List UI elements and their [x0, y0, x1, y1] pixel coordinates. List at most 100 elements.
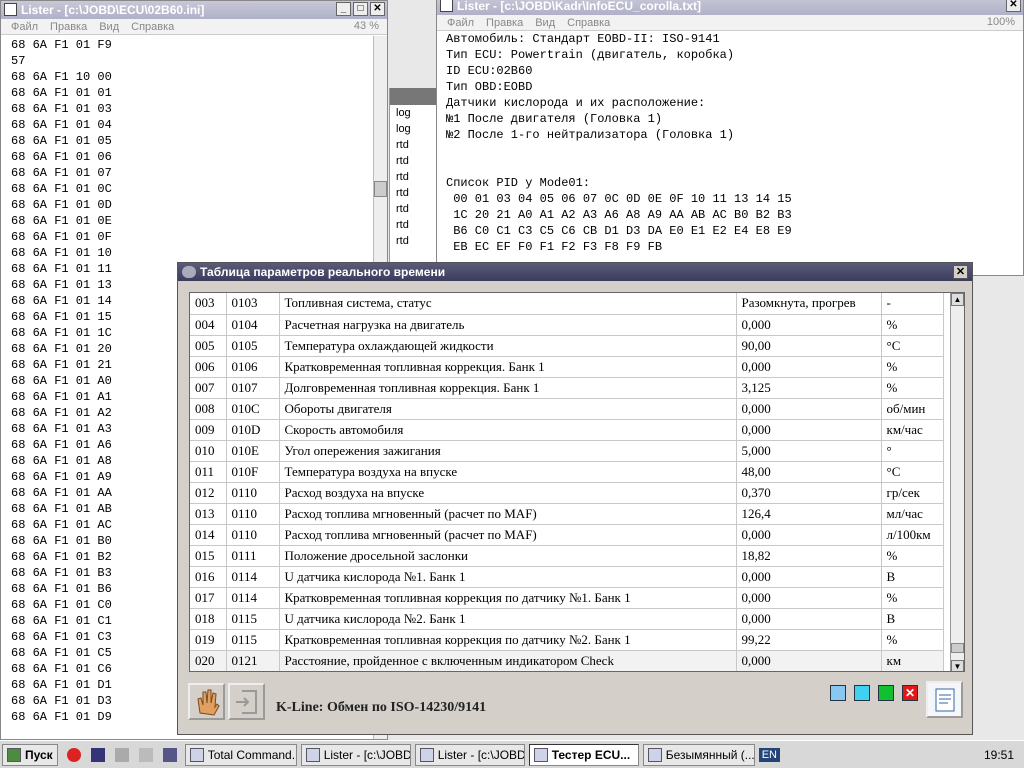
param-name: Температура воздуха на впуске	[279, 461, 737, 483]
task-lister-2[interactable]: Lister - [c:\JOBD...	[414, 743, 525, 766]
taskbar: Пуск Total Command... Lister - [c:\JOBD.…	[0, 740, 1024, 768]
param-row[interactable]: 007 0107 Долговременная топливная коррекци…	[190, 377, 944, 399]
menu-help[interactable]: Справка	[567, 17, 610, 29]
param-row[interactable]: 006 0106 Кратковременная топливная коррекц…	[190, 356, 944, 378]
param-value: 3,125	[736, 377, 882, 399]
pid-code: 0110	[226, 524, 280, 546]
param-row[interactable]: 004 0104 Расчетная нагрузка на двигатель 0,…	[190, 314, 944, 336]
dialog-close-button[interactable]: ✕	[953, 265, 968, 279]
menu-edit[interactable]: Правка	[50, 21, 87, 33]
file-item[interactable]: rtd	[390, 137, 437, 153]
info-line: Тип ECU: Powertrain (двигатель, коробка)	[446, 48, 735, 62]
notes-button[interactable]	[926, 681, 963, 718]
grid-scrollbar[interactable]: ▲ ▼	[950, 293, 964, 671]
file-item[interactable]: rtd	[390, 201, 437, 217]
param-row[interactable]: 008 010C Обороты двигателя 0,000 об/мин	[190, 398, 944, 420]
params-grid: 003 0103 Топливная система, статус Разомкну…	[189, 292, 965, 672]
param-index: 009	[190, 419, 227, 441]
scroll-down-button[interactable]: ▼	[951, 660, 964, 671]
save-icon[interactable]	[90, 747, 105, 762]
param-name: U датчика кислорода №2. Банк 1	[279, 608, 737, 630]
menu-help[interactable]: Справка	[131, 21, 174, 33]
param-unit: %	[881, 629, 944, 651]
param-row[interactable]: 019 0115 Кратковременная топливная коррекц…	[190, 629, 944, 651]
hex-line: 68 6A F1 01 03	[11, 102, 112, 116]
param-row[interactable]: 018 0115 U датчика кислорода №2. Банк 1 0,0…	[190, 608, 944, 630]
param-value: 0,000	[736, 566, 882, 588]
tray-app-icon[interactable]	[138, 747, 153, 762]
hand-stop-button[interactable]	[188, 683, 225, 720]
hex-line: 68 6A F1 01 06	[11, 150, 112, 164]
file-item[interactable]: log	[390, 105, 437, 121]
pid-code: 0115	[226, 608, 280, 630]
info-line: 00 01 03 04 05 06 07 0C 0D 0E 0F 10 11 1…	[446, 192, 792, 206]
scroll-up-button[interactable]: ▲	[951, 293, 964, 306]
scroll-thumb[interactable]	[374, 181, 387, 197]
task-label: Безымянный (...	[665, 747, 755, 762]
language-indicator[interactable]: EN	[758, 747, 780, 762]
window-view-icon[interactable]	[854, 685, 870, 701]
close-button[interactable]: ✕	[1006, 0, 1021, 12]
red-close-icon[interactable]: ✕	[902, 685, 918, 701]
task-total-commander[interactable]: Total Command...	[184, 743, 297, 766]
param-row[interactable]: 011 010F Температура воздуха на впуске 48,0…	[190, 461, 944, 483]
file-item[interactable]: rtd	[390, 153, 437, 169]
task-lister-1[interactable]: Lister - [c:\JOBD...	[300, 743, 411, 766]
close-button[interactable]: ✕	[370, 2, 385, 16]
file-item[interactable]: rtd	[390, 169, 437, 185]
menu-view[interactable]: Вид	[99, 21, 119, 33]
menu-file[interactable]: Файл	[11, 21, 38, 33]
param-name: Скорость автомобиля	[279, 419, 737, 441]
lister-app-icon	[4, 3, 17, 16]
param-value: 0,000	[736, 314, 882, 336]
param-row[interactable]: 016 0114 U датчика кислорода №1. Банк 1 0,0…	[190, 566, 944, 588]
green-mode-icon[interactable]	[878, 685, 894, 701]
dialog-titlebar[interactable]: Таблица параметров реального времени ✕	[178, 263, 972, 281]
file-item[interactable]: rtd	[390, 185, 437, 201]
hex-line: 68 6A F1 01 0D	[11, 198, 112, 212]
menu-file[interactable]: Файл	[447, 17, 474, 29]
param-row[interactable]: 017 0114 Кратковременная топливная коррекц…	[190, 587, 944, 609]
calc-icon[interactable]	[114, 747, 129, 762]
task-paint[interactable]: Безымянный (...	[642, 743, 755, 766]
minimize-button[interactable]: _	[336, 2, 351, 16]
param-row[interactable]: 015 0111 Положение дросельной заслонки 18,8…	[190, 545, 944, 567]
desktop-icon[interactable]	[162, 747, 177, 762]
param-row[interactable]: 010 010E Угол опережения зажигания 5,000 °	[190, 440, 944, 462]
pid-code: 0121	[226, 650, 280, 671]
exit-button[interactable]	[228, 683, 265, 720]
info-line: Автомобиль: Стандарт EOBD-II: ISO-9141	[446, 32, 720, 46]
panel-header	[390, 88, 437, 105]
param-index: 014	[190, 524, 227, 546]
param-row[interactable]: 005 0105 Температура охлаждающей жидкости 9…	[190, 335, 944, 357]
param-row[interactable]: 003 0103 Топливная система, статус Разомкну…	[190, 293, 944, 315]
param-name: Расход топлива мгновенный (расчет по MAF…	[279, 503, 737, 525]
opera-icon[interactable]	[66, 747, 81, 762]
file-item[interactable]: rtd	[390, 233, 437, 249]
ecu-info-content: Автомобиль: Стандарт EOBD-II: ISO-9141 Ти…	[437, 31, 1023, 255]
hex-line: 68 6A F1 10 00	[11, 70, 112, 84]
list-view-icon[interactable]	[830, 685, 846, 701]
param-name: Температура охлаждающей жидкости	[279, 335, 737, 357]
param-name: Расчетная нагрузка на двигатель	[279, 314, 737, 336]
task-ecu-tester[interactable]: Тестер ECU...	[528, 743, 639, 766]
menu-edit[interactable]: Правка	[486, 17, 523, 29]
maximize-button[interactable]: □	[353, 2, 368, 16]
task-label: Lister - [c:\JOBD...	[437, 747, 525, 762]
file-item[interactable]: log	[390, 121, 437, 137]
lister-left-titlebar[interactable]: Lister - [c:\JOBD\ECU\02B60.ini] _ □ ✕	[1, 1, 387, 19]
param-row[interactable]: 012 0110 Расход воздуха на впуске 0,370 гр/с…	[190, 482, 944, 504]
file-item[interactable]: rtd	[390, 217, 437, 233]
lister-right-titlebar[interactable]: Lister - [c:\JOBD\Kadr\InfoECU_corolla.t…	[437, 0, 1023, 15]
param-index: 007	[190, 377, 227, 399]
pid-code: 0111	[226, 545, 280, 567]
param-value: 0,000	[736, 356, 882, 378]
menu-view[interactable]: Вид	[535, 17, 555, 29]
param-row[interactable]: 020 0121 Расстояние, пройденное с включенн…	[190, 650, 944, 671]
param-row[interactable]: 013 0110 Расход топлива мгновенный (расчет…	[190, 503, 944, 525]
start-button[interactable]: Пуск	[2, 743, 58, 766]
param-row[interactable]: 009 010D Скорость автомобиля 0,000 км/час	[190, 419, 944, 441]
scroll-thumb[interactable]	[951, 643, 964, 653]
pid-code: 010E	[226, 440, 280, 462]
param-row[interactable]: 014 0110 Расход топлива мгновенный (расчет…	[190, 524, 944, 546]
